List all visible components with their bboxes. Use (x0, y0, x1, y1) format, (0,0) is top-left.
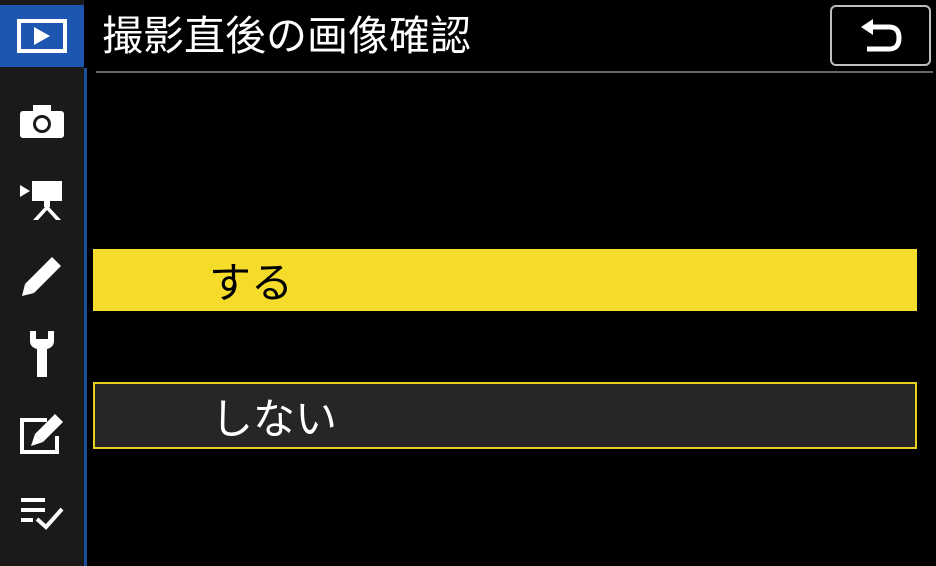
option-label: しない (211, 394, 338, 443)
tab-photo-shooting[interactable] (0, 90, 84, 152)
title-divider (96, 71, 933, 73)
tab-custom-settings[interactable] (0, 245, 84, 307)
option-label: する (209, 258, 294, 308)
page-title: 撮影直後の画像確認 (102, 12, 471, 60)
movie-camera-icon (20, 181, 62, 220)
back-arrow-icon (860, 18, 902, 51)
tab-my-menu[interactable] (0, 482, 84, 544)
back-button[interactable] (830, 5, 931, 66)
tab-setup[interactable] (0, 323, 84, 385)
option-yes[interactable]: する (93, 249, 917, 311)
menu-sidebar (0, 0, 84, 566)
sidebar-divider (84, 68, 87, 566)
my-menu-icon (21, 498, 64, 530)
tab-retouch[interactable] (0, 403, 84, 465)
pencil-icon (22, 257, 61, 296)
tab-movie-shooting[interactable] (0, 168, 84, 230)
wrench-icon (30, 331, 54, 377)
playback-icon (17, 19, 67, 53)
option-no[interactable]: しない (93, 382, 917, 449)
tab-playback[interactable] (0, 5, 84, 67)
retouch-icon (20, 414, 63, 454)
camera-icon (20, 105, 64, 138)
